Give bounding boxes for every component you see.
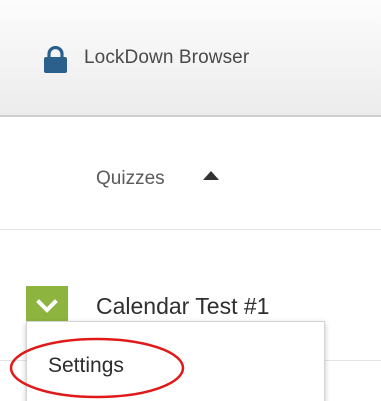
chevron-down-icon	[36, 299, 58, 313]
quiz-title[interactable]: Calendar Test #1	[96, 293, 269, 320]
header-bar: LockDown Browser	[0, 0, 381, 117]
sort-ascending-icon[interactable]	[203, 171, 219, 180]
lock-icon	[44, 46, 67, 73]
page: LockDown Browser Quizzes Calendar Test #…	[0, 0, 381, 401]
menu-item-settings[interactable]: Settings	[48, 354, 124, 378]
quizzes-column-header[interactable]: Quizzes	[0, 120, 381, 230]
quiz-actions-menu: Settings	[26, 321, 325, 401]
quizzes-header-label[interactable]: Quizzes	[96, 168, 165, 190]
app-title: LockDown Browser	[84, 47, 250, 68]
